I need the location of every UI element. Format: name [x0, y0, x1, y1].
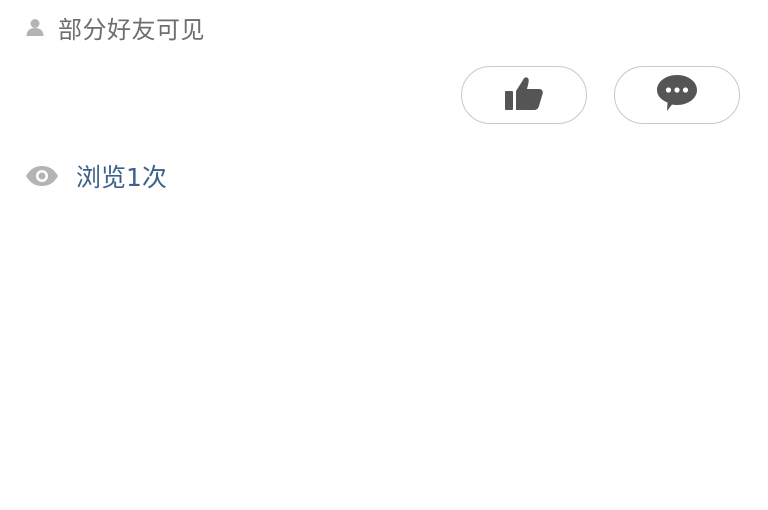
person-icon — [24, 16, 46, 38]
view-count-label: 浏览1次 — [76, 163, 167, 192]
visibility-label: 部分好友可见 — [58, 15, 205, 44]
comment-bubble-icon — [655, 73, 699, 117]
eye-icon — [24, 164, 60, 188]
visibility-row: 部分好友可见 — [24, 8, 205, 46]
views-row: 浏览1次 — [24, 156, 167, 196]
post-footer: 部分好友可见 浏览1次 — [0, 0, 768, 510]
thumbs-up-icon — [504, 75, 544, 115]
like-button[interactable] — [461, 66, 587, 124]
comment-button[interactable] — [614, 66, 740, 124]
